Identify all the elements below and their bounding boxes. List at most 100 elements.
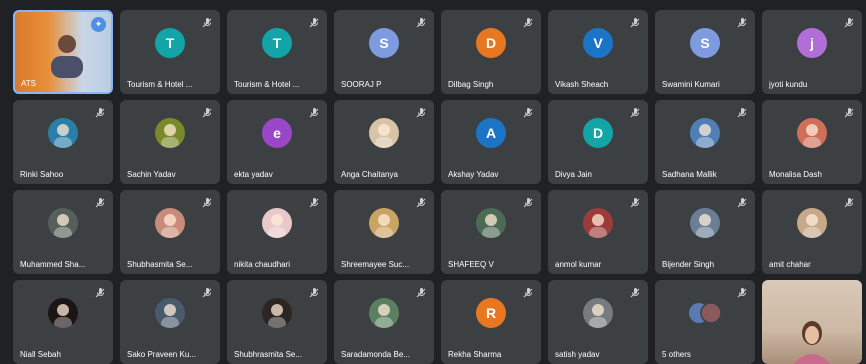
participant-tile[interactable]: satish yadav	[548, 280, 648, 364]
mic-muted-icon	[843, 16, 855, 28]
others-avatars-icon	[688, 302, 722, 324]
participant-tile[interactable]: j jyoti kundu	[762, 10, 862, 94]
participant-name: Dilbag Singh	[448, 80, 494, 89]
mic-muted-icon	[94, 196, 106, 208]
participant-tile[interactable]: Sako Praveen Ku...	[120, 280, 220, 364]
user-photo-icon	[583, 298, 613, 328]
participant-name: Swamini Kumari	[662, 80, 720, 89]
participant-tile[interactable]: Shreemayee Suc...	[334, 190, 434, 274]
mic-muted-icon	[94, 106, 106, 118]
participant-tile[interactable]: T Tourism & Hotel ...	[227, 10, 327, 94]
mic-muted-icon	[629, 286, 641, 298]
participant-tile[interactable]: Muhammed Sha...	[13, 190, 113, 274]
mic-muted-icon	[736, 286, 748, 298]
user-photo-icon	[262, 298, 292, 328]
person-video-icon	[793, 321, 831, 364]
user-photo-icon	[262, 208, 292, 238]
participant-tile[interactable]: Monalisa Dash	[762, 100, 862, 184]
mic-muted-icon	[94, 286, 106, 298]
participant-tile[interactable]: T Tourism & Hotel ...	[120, 10, 220, 94]
user-photo-icon	[690, 208, 720, 238]
participant-tile[interactable]: S SOORAJ P	[334, 10, 434, 94]
participant-name: SHAFEEQ V	[448, 260, 494, 269]
participant-tile[interactable]: SHAFEEQ V	[441, 190, 541, 274]
participant-name: Tourism & Hotel ...	[127, 80, 193, 89]
participant-tile[interactable]: Bijender Singh	[655, 190, 755, 274]
user-photo-icon	[369, 208, 399, 238]
participant-name: Shubhasmita Se...	[127, 260, 193, 269]
avatar-initial: T	[155, 28, 185, 58]
participant-name: jyoti kundu	[769, 80, 808, 89]
mic-muted-icon	[201, 196, 213, 208]
participant-tile[interactable]: Saradamonda Be...	[334, 280, 434, 364]
user-photo-icon	[48, 118, 78, 148]
participant-tile[interactable]: Sadhana Mallik	[655, 100, 755, 184]
participant-name: Shreemayee Suc...	[341, 260, 410, 269]
participant-tile[interactable]: D Divya Jain	[548, 100, 648, 184]
participant-name: amit chahar	[769, 260, 811, 269]
avatar-initial: S	[690, 28, 720, 58]
mic-muted-icon	[522, 106, 534, 118]
participant-tile[interactable]: V Vikash Sheach	[548, 10, 648, 94]
avatar-initial: T	[262, 28, 292, 58]
participant-name: Divya Jain	[555, 170, 592, 179]
participant-name: Rinki Sahoo	[20, 170, 64, 179]
self-video-tile[interactable]: ✦ ATS	[13, 10, 113, 94]
mic-muted-icon	[736, 16, 748, 28]
avatar-initial: j	[797, 28, 827, 58]
mic-muted-icon	[843, 196, 855, 208]
participant-tile[interactable]: e ekta yadav	[227, 100, 327, 184]
participant-tile[interactable]: 5 others	[655, 280, 755, 364]
mic-muted-icon	[415, 286, 427, 298]
participant-name: Vikash Sheach	[555, 80, 609, 89]
user-photo-icon	[155, 298, 185, 328]
avatar-initial: R	[476, 298, 506, 328]
self-name: ATS	[21, 79, 36, 88]
mic-muted-icon	[522, 196, 534, 208]
user-photo-icon	[797, 208, 827, 238]
participant-tile[interactable]: D Dilbag Singh	[441, 10, 541, 94]
participant-tile[interactable]: Shubhrasmita Se...	[227, 280, 327, 364]
user-photo-icon	[476, 208, 506, 238]
participant-name: SOORAJ P	[341, 80, 382, 89]
participant-name: nikita chaudhari	[234, 260, 291, 269]
user-photo-icon	[369, 298, 399, 328]
avatar-initial: V	[583, 28, 613, 58]
mic-muted-icon	[736, 106, 748, 118]
mic-muted-icon	[522, 16, 534, 28]
participant-tile[interactable]: R Rekha Sharma	[441, 280, 541, 364]
avatar-initial: S	[369, 28, 399, 58]
mic-muted-icon	[736, 196, 748, 208]
participant-tile[interactable]: A Akshay Yadav	[441, 100, 541, 184]
participant-tile[interactable]: anmol kumar	[548, 190, 648, 274]
participant-tile[interactable]: Rinki Sahoo	[13, 100, 113, 184]
mic-muted-icon	[415, 106, 427, 118]
user-photo-icon	[690, 118, 720, 148]
participant-tile[interactable]: Sachin Yadav	[120, 100, 220, 184]
participant-name: Akshay Yadav	[448, 170, 499, 179]
user-photo-icon	[797, 118, 827, 148]
mic-muted-icon	[415, 16, 427, 28]
self-person-icon	[51, 35, 83, 78]
participant-tile[interactable]: Anga Chaitanya	[334, 100, 434, 184]
mic-muted-icon	[629, 106, 641, 118]
mic-muted-icon	[308, 106, 320, 118]
participant-tile[interactable]: nikita chaudhari	[227, 190, 327, 274]
participant-name: Monalisa Dash	[769, 170, 822, 179]
user-photo-icon	[48, 208, 78, 238]
participant-name: Sachin Yadav	[127, 170, 176, 179]
participant-tile[interactable]: Shubhasmita Se...	[120, 190, 220, 274]
participant-tile[interactable]: amit chahar	[762, 190, 862, 274]
mic-muted-icon	[201, 106, 213, 118]
participant-video-tile[interactable]	[762, 280, 862, 364]
participant-name: anmol kumar	[555, 260, 602, 269]
participant-name: Tourism & Hotel ...	[234, 80, 300, 89]
mic-muted-icon	[308, 16, 320, 28]
pin-icon[interactable]: ✦	[91, 17, 106, 32]
participant-name: Muhammed Sha...	[20, 260, 86, 269]
participant-grid: ✦ ATS T Tourism & Hotel ... T Tourism & Hot…	[13, 10, 862, 364]
participant-name: ekta yadav	[234, 170, 273, 179]
participant-tile[interactable]: Niall Sebah	[13, 280, 113, 364]
mic-muted-icon	[201, 286, 213, 298]
participant-tile[interactable]: S Swamini Kumari	[655, 10, 755, 94]
